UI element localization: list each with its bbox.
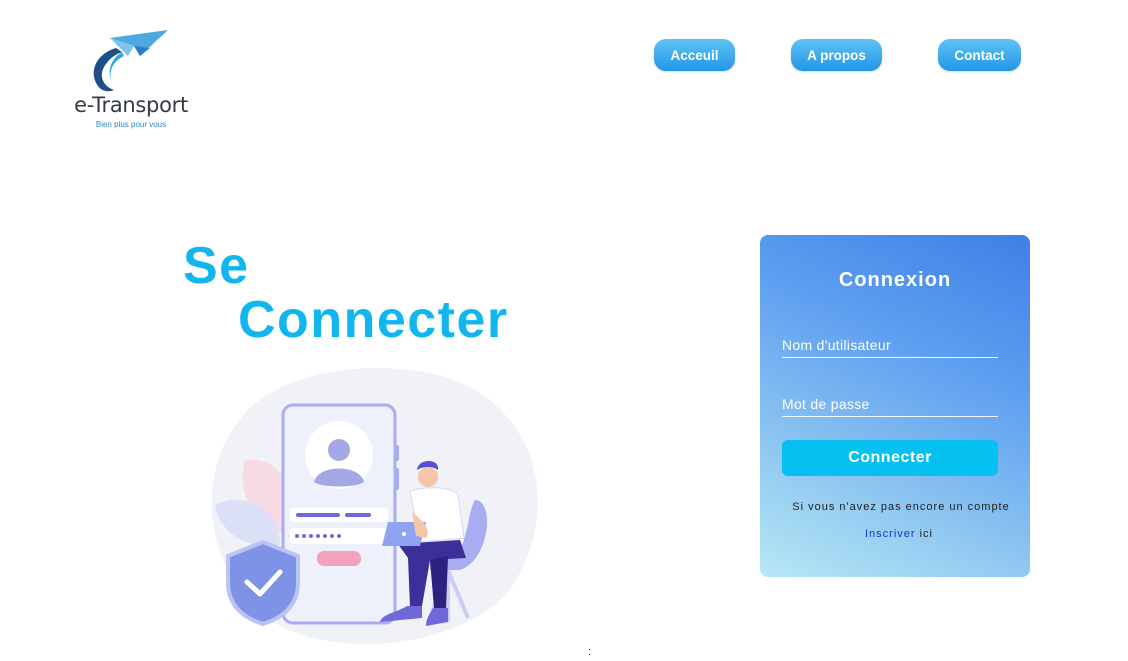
signup-link[interactable]: Inscriver bbox=[865, 528, 916, 540]
username-field bbox=[782, 333, 998, 358]
hero-title-line2: Connecter bbox=[238, 291, 509, 349]
paper-plane-icon bbox=[93, 30, 168, 92]
brand-tagline: Bien plus pour vous bbox=[95, 120, 167, 129]
signup-suffix: ici bbox=[915, 528, 933, 540]
password-field bbox=[782, 392, 998, 417]
hero-title-line1: Se bbox=[183, 237, 250, 295]
stray-text: : bbox=[588, 646, 592, 658]
nav-contact-button[interactable]: Contact bbox=[938, 39, 1021, 71]
login-title: Connexion bbox=[838, 269, 952, 291]
signup-note: Si vous n'avez pas encore un compte bbox=[792, 501, 1010, 513]
connect-button[interactable]: Connecter bbox=[782, 440, 998, 476]
password-input[interactable] bbox=[782, 392, 998, 416]
brand-logo[interactable]: e-Transport Bien plus pour vous bbox=[66, 30, 196, 134]
phone-login-illustration bbox=[130, 360, 600, 650]
nav-about-button[interactable]: A propos bbox=[791, 39, 882, 71]
login-panel: Connexion Connecter Si vous n'avez pas e… bbox=[760, 235, 1030, 577]
signup-line: Inscriver ici bbox=[760, 528, 1030, 540]
brand-name: e-Transport bbox=[74, 93, 188, 117]
username-input[interactable] bbox=[782, 333, 998, 357]
nav-home-button[interactable]: Acceuil bbox=[654, 39, 735, 71]
